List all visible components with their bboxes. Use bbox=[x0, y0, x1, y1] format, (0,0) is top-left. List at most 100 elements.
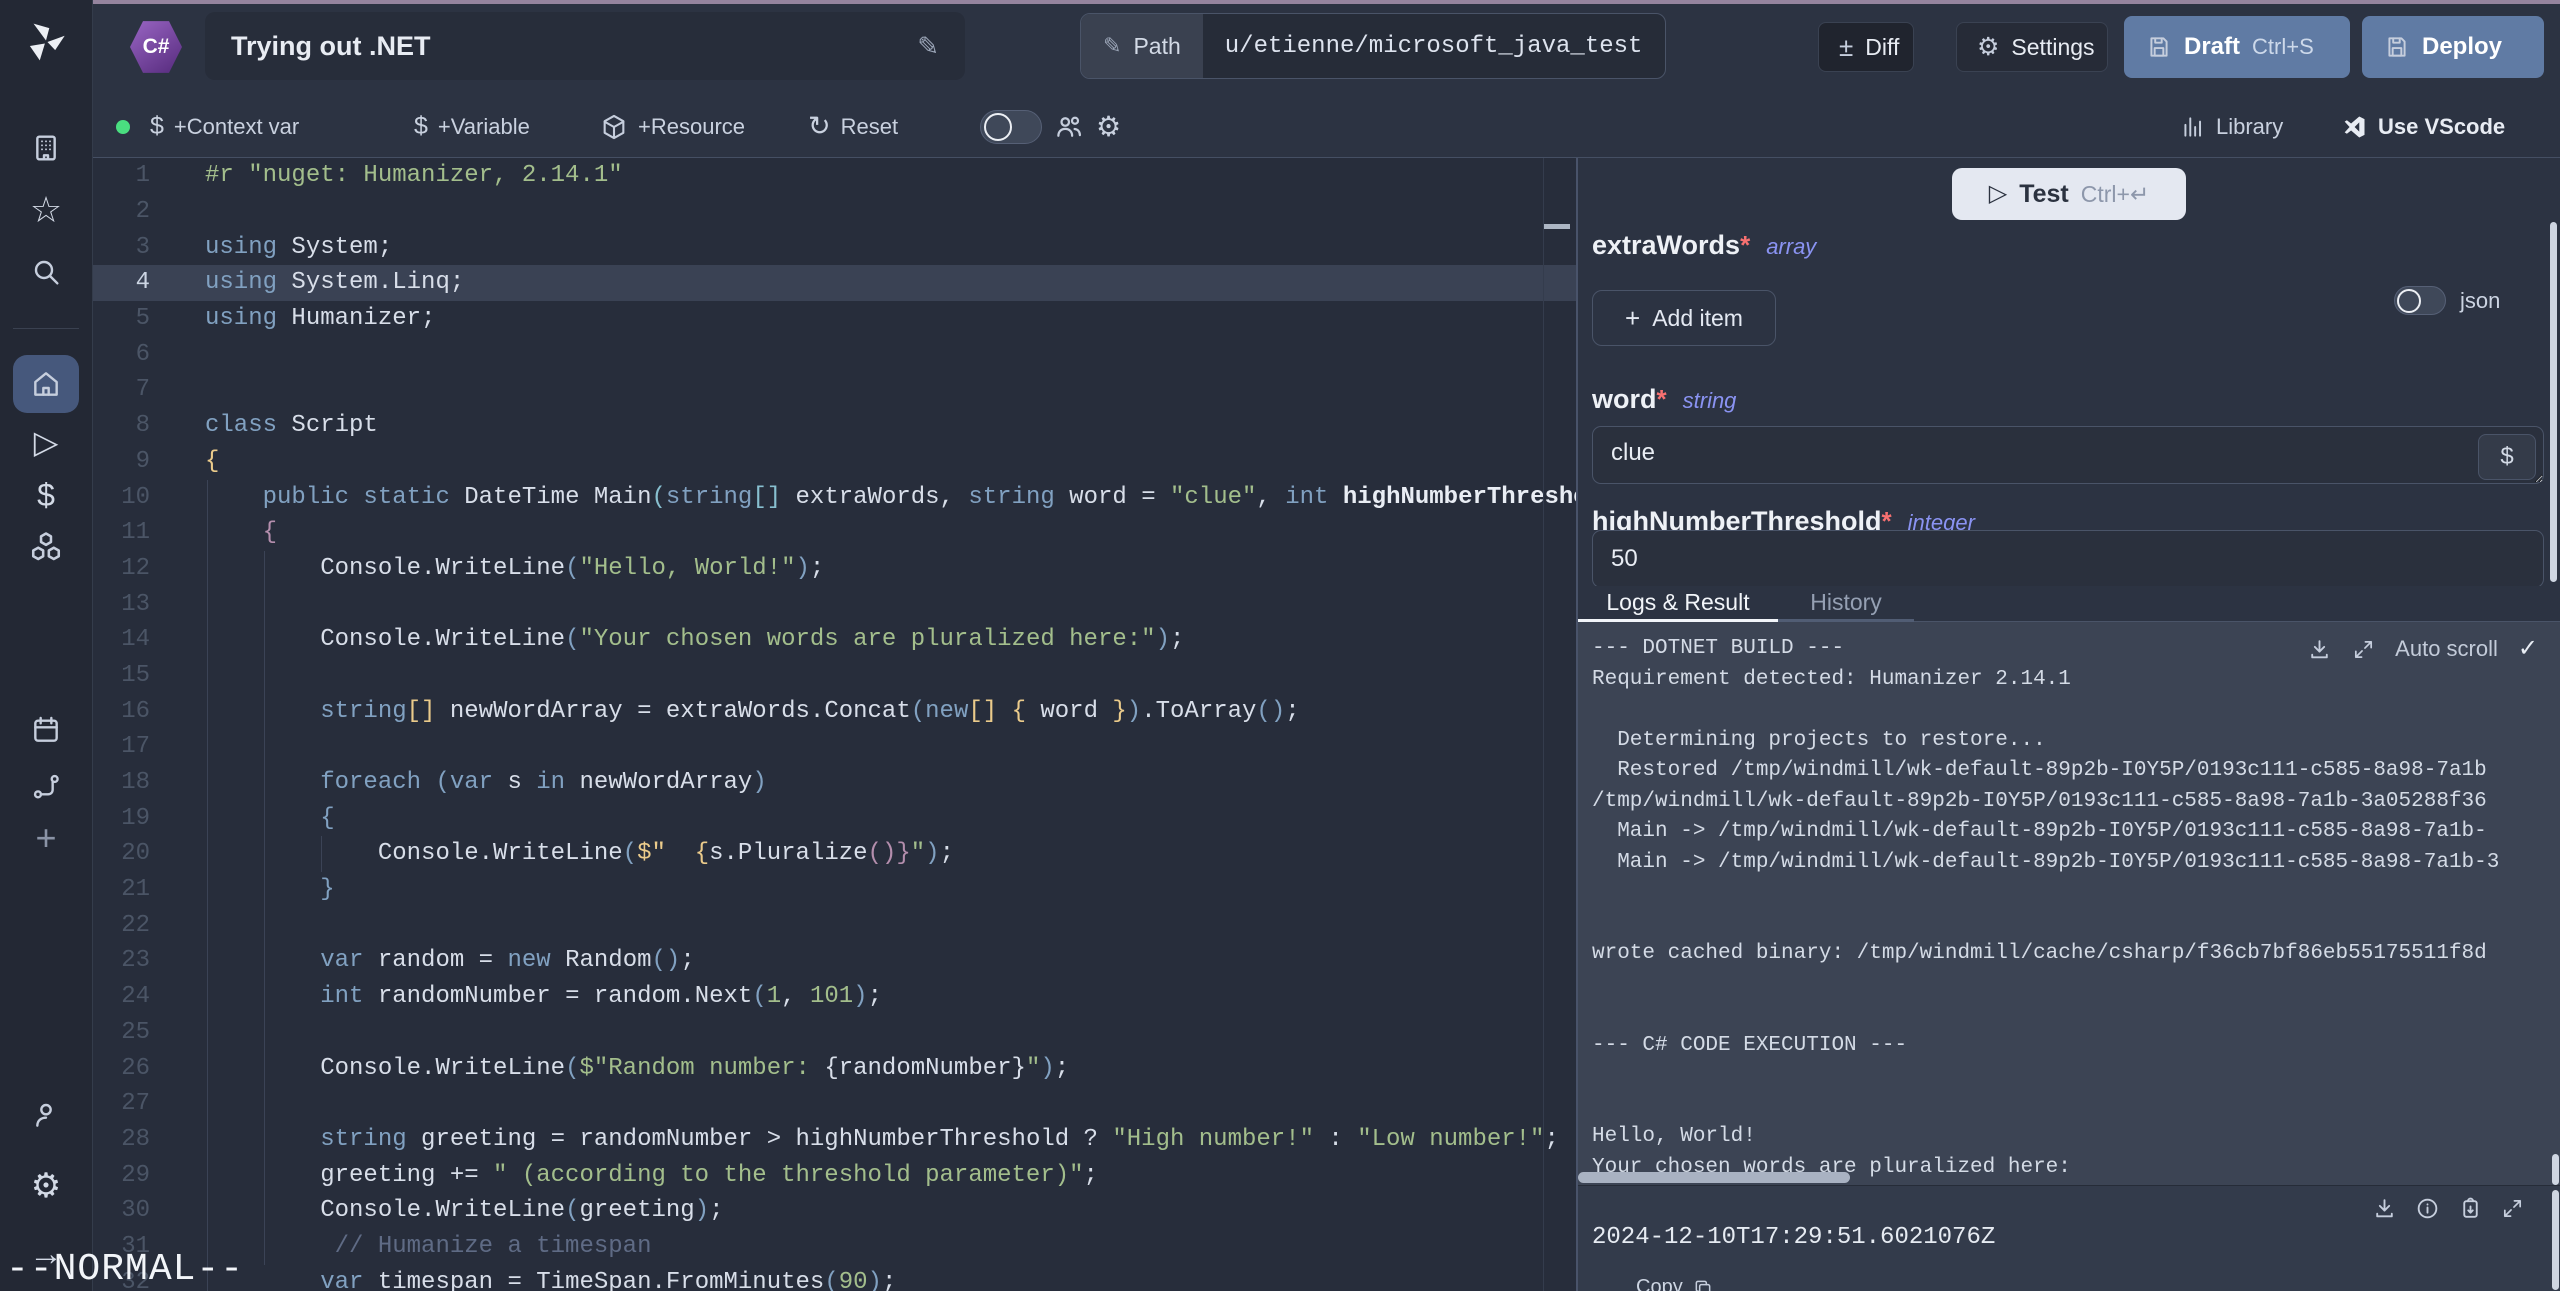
add-context-var-button[interactable]: $ +Context var bbox=[150, 96, 299, 157]
sidebar-item-workspace[interactable] bbox=[0, 126, 92, 170]
code-line[interactable]: 19 { bbox=[92, 800, 1576, 836]
editor-settings-gear-icon[interactable]: ⚙ bbox=[1096, 96, 1121, 157]
code-line[interactable]: 32 var timespan = TimeSpan.FromMinutes(9… bbox=[92, 1264, 1576, 1291]
code-line[interactable]: 2 bbox=[92, 194, 1576, 230]
code-line[interactable]: 4using System.Linq; bbox=[92, 265, 1576, 301]
json-toggle[interactable]: json bbox=[2394, 286, 2500, 315]
code-line[interactable]: 21 } bbox=[92, 872, 1576, 908]
code-editor[interactable]: 1#r "nuget: Humanizer, 2.14.1"23using Sy… bbox=[92, 158, 1576, 1291]
tab-logs-result[interactable]: Logs & Result bbox=[1578, 586, 1778, 619]
assistant-toggle[interactable] bbox=[980, 96, 1042, 157]
csharp-logo-text: C# bbox=[143, 35, 170, 59]
info-icon[interactable] bbox=[2415, 1196, 2440, 1221]
code-line[interactable]: 30 Console.WriteLine(greeting); bbox=[92, 1193, 1576, 1229]
code-line[interactable]: 8class Script bbox=[92, 408, 1576, 444]
draft-shortcut: Ctrl+S bbox=[2252, 34, 2314, 60]
code-line[interactable]: 31 // Humanize a timespan bbox=[92, 1229, 1576, 1265]
use-vscode-button[interactable]: Use VScode bbox=[2340, 96, 2505, 157]
line-number: 6 bbox=[92, 341, 150, 368]
code-line[interactable]: 26 Console.WriteLine($"Random number: {r… bbox=[92, 1050, 1576, 1086]
gear-icon: ⚙ bbox=[1977, 35, 1999, 60]
tab-history[interactable]: History bbox=[1778, 586, 1914, 619]
add-item-button[interactable]: + Add item bbox=[1592, 290, 1776, 346]
code-line[interactable]: 23 var random = new Random(); bbox=[92, 943, 1576, 979]
code-line[interactable]: 18 foreach (var s in newWordArray) bbox=[92, 765, 1576, 801]
library-button[interactable]: Library bbox=[2180, 96, 2283, 157]
copy-result-button[interactable]: Copy bbox=[1636, 1276, 1713, 1291]
expand-icon[interactable] bbox=[2501, 1197, 2524, 1220]
required-asterisk: * bbox=[1740, 230, 1750, 260]
logs-horizontal-scrollbar[interactable] bbox=[1578, 1172, 1850, 1183]
code-line[interactable]: 7 bbox=[92, 372, 1576, 408]
line-number: 18 bbox=[92, 769, 150, 796]
code-line[interactable]: 12 Console.WriteLine("Hello, World!"); bbox=[92, 551, 1576, 587]
check-icon[interactable]: ✓ bbox=[2518, 637, 2538, 661]
code-line[interactable]: 11 { bbox=[92, 515, 1576, 551]
line-number: 24 bbox=[92, 983, 150, 1010]
insert-variable-dollar-button[interactable]: $ bbox=[2478, 434, 2536, 480]
code-line[interactable]: 15 bbox=[92, 658, 1576, 694]
code-line[interactable]: 16 string[] newWordArray = extraWords.Co… bbox=[92, 693, 1576, 729]
code-line[interactable]: 24 int randomNumber = random.Next(1, 101… bbox=[92, 979, 1576, 1015]
result-scrollbar[interactable] bbox=[2552, 1190, 2559, 1290]
sidebar-item-settings[interactable]: ⚙ bbox=[0, 1164, 92, 1208]
test-run-button[interactable]: ▷ Test Ctrl+↵ bbox=[1952, 168, 2186, 220]
test-shortcut: Ctrl+↵ bbox=[2081, 181, 2149, 208]
download-icon[interactable] bbox=[2372, 1196, 2397, 1221]
library-bars-icon bbox=[2180, 114, 2206, 140]
code-line[interactable]: 27 bbox=[92, 1086, 1576, 1122]
sidebar-item-search[interactable] bbox=[0, 250, 92, 294]
code-line[interactable]: 5using Humanizer; bbox=[92, 301, 1576, 337]
reset-button[interactable]: ↻ Reset bbox=[808, 96, 898, 157]
code-line[interactable]: 25 bbox=[92, 1015, 1576, 1051]
logs-scrollbar[interactable] bbox=[2552, 1154, 2559, 1185]
sidebar-item-add[interactable]: + bbox=[0, 816, 92, 860]
sidebar-item-account[interactable] bbox=[0, 1093, 92, 1137]
code-line[interactable]: 22 bbox=[92, 907, 1576, 943]
star-icon: ☆ bbox=[30, 192, 62, 228]
code-line[interactable]: 9{ bbox=[92, 444, 1576, 480]
code-line[interactable]: 6 bbox=[92, 336, 1576, 372]
multiplayer-icon[interactable] bbox=[1054, 96, 1084, 157]
code-line[interactable]: 17 bbox=[92, 729, 1576, 765]
edit-title-pencil-icon[interactable]: ✎ bbox=[917, 33, 939, 59]
code-line[interactable]: 1#r "nuget: Humanizer, 2.14.1" bbox=[92, 158, 1576, 194]
result-pane[interactable]: 2024-12-10T17:29:51.6021076Z Copy bbox=[1578, 1185, 2560, 1291]
add-resource-button[interactable]: +Resource bbox=[600, 96, 745, 157]
line-number: 12 bbox=[92, 555, 150, 582]
deploy-button[interactable]: Deploy bbox=[2362, 16, 2544, 78]
code-line[interactable]: 29 greeting += " (according to the thres… bbox=[92, 1157, 1576, 1193]
clipboard-icon[interactable] bbox=[2458, 1196, 2483, 1221]
copy-label: Copy bbox=[1636, 1276, 1683, 1291]
diff-button[interactable]: ± Diff bbox=[1818, 22, 1914, 72]
draft-button[interactable]: Draft Ctrl+S bbox=[2124, 16, 2350, 78]
word-input[interactable]: clue bbox=[1592, 426, 2544, 484]
code-text: Console.WriteLine("Hello, World!"); bbox=[150, 555, 824, 582]
sidebar-item-schedules[interactable] bbox=[0, 708, 92, 752]
add-variable-button[interactable]: $ +Variable bbox=[414, 96, 530, 157]
settings-button[interactable]: ⚙ Settings bbox=[1956, 22, 2108, 72]
sidebar-item-home[interactable] bbox=[0, 362, 92, 406]
sidebar: ☆ ▷ $ + ⚙ → bbox=[0, 0, 93, 1291]
code-line[interactable]: 13 bbox=[92, 586, 1576, 622]
code-text: using System; bbox=[150, 234, 392, 261]
sidebar-item-favorites[interactable]: ☆ bbox=[0, 188, 92, 232]
args-scrollbar[interactable] bbox=[2550, 222, 2557, 582]
code-line[interactable]: 3using System; bbox=[92, 229, 1576, 265]
code-text: using System.Linq; bbox=[150, 269, 464, 296]
code-text: string[] newWordArray = extraWords.Conca… bbox=[150, 698, 1300, 725]
sidebar-item-resources[interactable] bbox=[0, 525, 92, 569]
script-path[interactable]: ✎ Path u/etienne/microsoft_java_test bbox=[1080, 13, 1666, 79]
logs-pane[interactable]: Auto scroll ✓ --- DOTNET BUILD --- Requi… bbox=[1578, 622, 2560, 1185]
sidebar-item-flows[interactable] bbox=[0, 765, 92, 809]
script-title-input[interactable]: Trying out .NET ✎ bbox=[205, 12, 965, 80]
code-line[interactable]: 28 string greeting = randomNumber > high… bbox=[92, 1122, 1576, 1158]
threshold-input[interactable] bbox=[1592, 530, 2544, 588]
code-line[interactable]: 14 Console.WriteLine("Your chosen words … bbox=[92, 622, 1576, 658]
windmill-logo-icon[interactable] bbox=[0, 18, 92, 66]
panel-divider[interactable] bbox=[1576, 158, 1578, 1291]
sidebar-item-runs[interactable]: ▷ bbox=[0, 420, 92, 464]
sidebar-item-variables[interactable]: $ bbox=[0, 473, 92, 517]
code-line[interactable]: 10 public static DateTime Main(string[] … bbox=[92, 479, 1576, 515]
code-line[interactable]: 20 Console.WriteLine($" {s.Pluralize()}"… bbox=[92, 836, 1576, 872]
